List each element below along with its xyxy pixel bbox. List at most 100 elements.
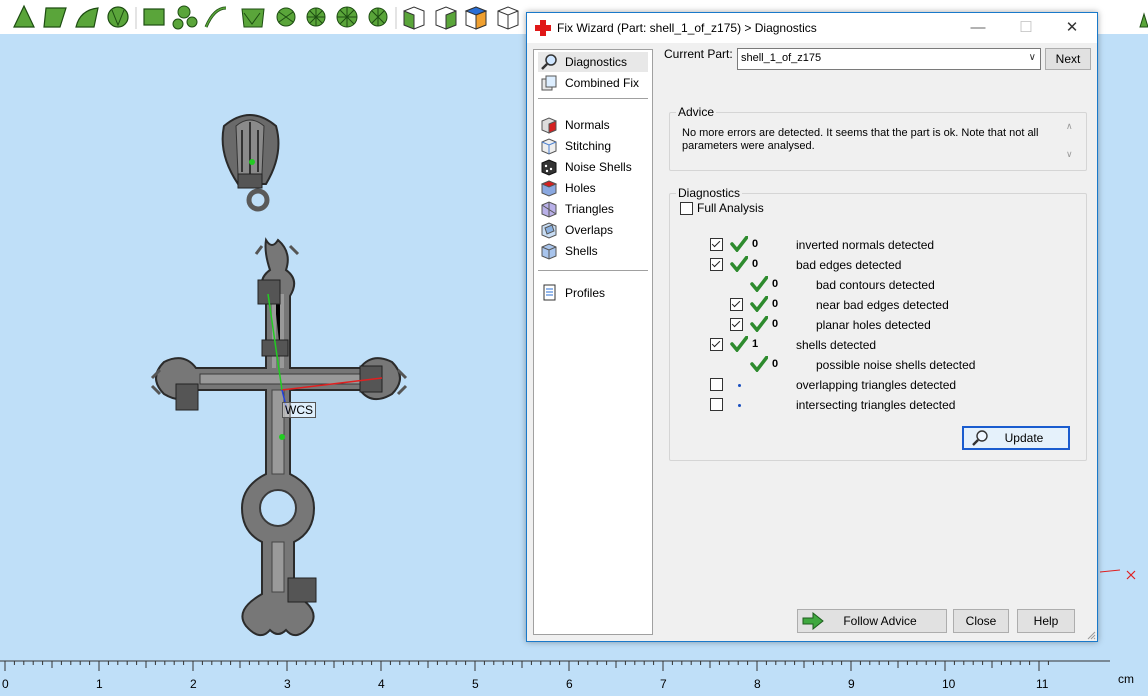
nav-label: Shells (565, 244, 598, 258)
ruler-label: 10 (942, 677, 956, 691)
magnifier-icon (972, 430, 988, 446)
nav-item-holes[interactable]: Holes (538, 178, 648, 198)
follow-advice-button[interactable]: Follow Advice (797, 609, 947, 633)
diagnostic-label: planar holes detected (816, 318, 931, 332)
diagnostic-row: 0 inverted normals detected (670, 236, 1080, 254)
nav-item-overlaps[interactable]: Overlaps (538, 220, 648, 240)
sphere-mark-icon[interactable] (368, 7, 388, 27)
diagnostic-label: intersecting triangles detected (796, 398, 956, 412)
nav-label: Profiles (565, 286, 606, 300)
green-check-icon (750, 356, 768, 372)
minimize-button[interactable]: — (955, 13, 1001, 43)
maximize-button[interactable]: ☐ (1003, 13, 1049, 43)
row-checkbox[interactable] (710, 258, 723, 271)
help-button[interactable]: Help (1017, 609, 1075, 633)
nav-item-combined-fix[interactable]: Combined Fix (538, 73, 648, 93)
select-polyline-icon[interactable] (241, 8, 265, 28)
nav-label: Overlaps (565, 223, 614, 237)
issue-count: 0 (772, 318, 779, 330)
cube-top-icon[interactable] (435, 6, 457, 30)
row-checkbox[interactable] (710, 338, 723, 351)
diagnostic-label: shells detected (796, 338, 877, 352)
issue-count: 0 (772, 298, 779, 310)
noise-shells-icon (541, 159, 557, 176)
wizard-nav: Diagnostics Combined Fix Normals Stitchi… (533, 49, 653, 635)
nav-label: Combined Fix (565, 76, 640, 90)
nav-item-normals[interactable]: Normals (538, 115, 648, 135)
row-checkbox[interactable] (710, 378, 723, 391)
dialog-titlebar[interactable]: Fix Wizard (Part: shell_1_of_z175) > Dia… (527, 13, 1097, 43)
advice-heading: Advice (676, 105, 717, 119)
diagnostic-row: 0 possible noise shells detected (670, 356, 1080, 374)
ruler-label: 11 (1036, 677, 1049, 691)
green-check-icon (750, 296, 768, 312)
nav-item-profiles[interactable]: Profiles (538, 283, 648, 303)
scroll-up-icon[interactable]: ∧ (1066, 121, 1073, 132)
green-check-icon (730, 336, 748, 352)
select-lasso-icon[interactable] (172, 5, 198, 30)
cube-front-icon[interactable] (403, 6, 425, 30)
close-button[interactable]: Close (953, 609, 1009, 633)
triangles-icon (541, 201, 557, 218)
current-part-value: shell_1_of_z175 (741, 52, 822, 64)
row-checkbox[interactable] (710, 238, 723, 251)
sphere-icon[interactable] (336, 6, 358, 28)
nav-item-shells[interactable]: Shells (538, 241, 648, 261)
diagnostic-row: 0 planar holes detected (670, 316, 1080, 334)
advice-scrollbar[interactable]: ∧ ∨ (1064, 121, 1078, 163)
select-brush-icon[interactable] (276, 7, 296, 27)
diagnostic-row: 1 shells detected (670, 336, 1080, 354)
mark-surface-icon[interactable] (75, 7, 99, 28)
wcs-label: WCS (282, 402, 316, 418)
green-check-icon (730, 256, 748, 272)
wireframe-icon[interactable] (306, 7, 326, 27)
nav-separator (538, 270, 648, 271)
select-box-icon[interactable] (143, 8, 165, 26)
close-window-button[interactable]: ✕ (1049, 13, 1095, 43)
diagnostics-group: Diagnostics Full Analysis 0 inverted norm… (669, 186, 1087, 461)
ruler-label: 3 (284, 677, 291, 691)
row-checkbox[interactable] (710, 398, 723, 411)
combined-fix-icon (541, 75, 557, 91)
nav-item-stitching[interactable]: Stitching (538, 136, 648, 156)
nav-label: Normals (565, 118, 610, 132)
nav-label: Triangles (565, 202, 614, 216)
pending-dot-icon (738, 404, 741, 407)
ruler-label: 2 (190, 677, 197, 691)
nav-item-noise-shells[interactable]: Noise Shells (538, 157, 648, 177)
select-path-icon[interactable] (204, 6, 227, 28)
current-part-select[interactable]: shell_1_of_z175 ∨ (737, 48, 1041, 70)
cube-iso-icon[interactable] (497, 6, 519, 30)
mark-triangle-icon[interactable] (13, 4, 35, 28)
full-analysis-checkbox[interactable] (680, 202, 693, 215)
ruler-label: 1 (96, 677, 103, 691)
diagnostic-label: near bad edges detected (816, 298, 949, 312)
current-part-label: Current Part: (664, 47, 733, 61)
resize-grip-icon[interactable] (1086, 630, 1096, 640)
ruler-label: 9 (848, 677, 855, 691)
diagnostic-label: bad edges detected (796, 258, 902, 272)
green-check-icon (750, 276, 768, 292)
bail-model[interactable] (221, 114, 280, 212)
nav-item-triangles[interactable]: Triangles (538, 199, 648, 219)
row-checkbox[interactable] (730, 298, 743, 311)
next-button[interactable]: Next (1045, 48, 1091, 70)
issue-count: 0 (752, 258, 759, 270)
cube-side-icon[interactable] (464, 6, 488, 30)
view-more-icon[interactable] (1139, 12, 1148, 28)
nav-label: Holes (565, 181, 596, 195)
diagnostic-label: bad contours detected (816, 278, 935, 292)
mark-shell-icon[interactable] (107, 6, 129, 28)
diagnostic-label: inverted normals detected (796, 238, 935, 252)
nav-item-diagnostics[interactable]: Diagnostics (538, 52, 648, 72)
scroll-down-icon[interactable]: ∨ (1066, 149, 1073, 160)
cross-model[interactable] (150, 237, 408, 637)
update-button[interactable]: Update (962, 426, 1070, 450)
row-checkbox[interactable] (730, 318, 743, 331)
mark-plane-icon[interactable] (43, 7, 67, 28)
pending-dot-icon (738, 384, 741, 387)
ruler-unit: cm (1118, 672, 1134, 686)
ruler-label: 8 (754, 677, 761, 691)
diagnostic-row: 0 bad edges detected (670, 256, 1080, 274)
diagnostic-label: overlapping triangles detected (796, 378, 957, 392)
